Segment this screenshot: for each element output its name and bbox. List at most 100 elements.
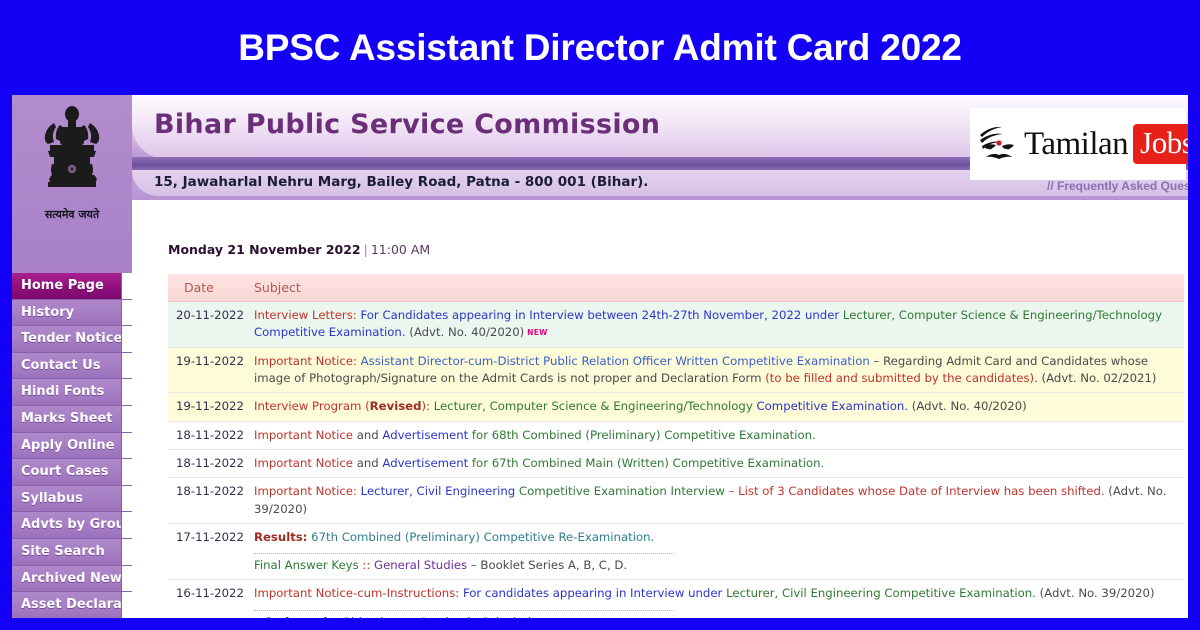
notice-subject: Interview Program (Revised): Lecturer, C… (246, 392, 1184, 422)
notice-text-segment[interactable]: for 67th Combined Main (Written) Competi… (468, 456, 824, 470)
notice-text-segment: Interview Program ( (254, 399, 370, 414)
notice-date: 19-11-2022 (168, 347, 246, 394)
sidebar-item-label: Asset Declaration (21, 597, 132, 613)
embedded-website-screenshot: Bihar Public Service Commission 15, Jawa… (12, 95, 1188, 618)
sidebar-item-hindi-fonts[interactable]: Hindi Fonts (12, 379, 132, 406)
sidebar-item-label: Court Cases (21, 464, 109, 480)
notice-text-segment[interactable]: Advertisement (382, 456, 468, 470)
notice-subject: Results: 67th Combined (Preliminary) Com… (246, 523, 1184, 581)
sidebar-item-syllabus[interactable]: Syllabus (12, 485, 132, 513)
notices-table-head: Date Subject (168, 274, 1184, 302)
sidebar-item-contact-us[interactable]: Contact Us (12, 352, 132, 380)
date-time-separator: | (363, 242, 368, 257)
notice-text-segment: (to be filled and submitted by the candi… (765, 370, 1035, 385)
current-date-time: Monday 21 November 2022 | 11:00 AM (168, 242, 430, 257)
table-row: 18-11-2022 Important Notice and Advertise… (168, 449, 1184, 479)
notice-text-segment[interactable]: 67th Combined (Preliminary) Competitive … (307, 530, 654, 544)
notice-date: 18-11-2022 (168, 449, 246, 479)
sidebar-item-label: Contact Us (21, 357, 101, 373)
bottom-border-strip (0, 618, 1200, 630)
sidebar-item-apply-online[interactable]: Apply Online (12, 432, 132, 460)
notice-text-segment[interactable]: Competitive Examination Interview (515, 484, 725, 498)
content-pane: Monday 21 November 2022 | 11:00 AM Date Su… (132, 200, 1188, 618)
sidebar-item-archived-news[interactable]: Archived News (12, 565, 132, 593)
sidebar-item-label: Archived News (21, 570, 130, 586)
sidebar-item-label: History (21, 304, 75, 320)
notice-text-segment: – List of 3 Candidates whose Date of Int… (724, 484, 1105, 499)
table-row: 20-11-2022 Interview Letters: For Candida… (168, 301, 1184, 348)
notice-text-segment[interactable]: for 68th Combined (Preliminary) Competit… (468, 428, 816, 442)
current-date: Monday 21 November 2022 (168, 242, 361, 257)
ashoka-emblem-icon (44, 106, 100, 187)
sidebar-item-label: Marks Sheet (21, 410, 113, 426)
notice-divider (254, 547, 674, 555)
current-time: 11:00 AM (370, 242, 431, 257)
notice-text-segment: Interview Letters: (254, 308, 357, 322)
notice-subject: Important Notice-cum-Instructions: For c… (246, 579, 1184, 618)
notice-text-segment: (Advt. No. 39/2020) (1035, 586, 1155, 601)
notice-text-segment[interactable]: Advertisement (382, 428, 468, 442)
table-row: 16-11-2022 Important Notice-cum-Instructi… (168, 579, 1184, 618)
sidebar-item-label: Advts by Group (21, 517, 132, 533)
notices-table-body: 20-11-2022 Interview Letters: For Candida… (168, 301, 1184, 618)
sidebar-item-advts-by-group[interactable]: Advts by Group (12, 512, 132, 539)
table-row: 18-11-2022 Important Notice and Advertise… (168, 421, 1184, 450)
sidebar-item-asset-declaration[interactable]: Asset Declaration (12, 592, 132, 618)
notice-text-segment: Revised (369, 399, 422, 414)
sidebar-item-tender-notices[interactable]: Tender Notices (12, 326, 132, 353)
notice-text-segment[interactable]: Assistant Director-cum-District Public R… (357, 354, 870, 368)
notice-text-segment: (Advt. No. 40/2020) (908, 399, 1027, 414)
notice-divider (254, 604, 674, 611)
table-row: 18-11-2022 Important Notice: Lecturer, Ci… (168, 477, 1184, 524)
tamilan-jobs-logo: Tamilan Jobs (970, 108, 1188, 180)
sidebar-item-label: Syllabus (21, 490, 83, 506)
notice-text-segment[interactable]: For candidates appearing in Interview un… (459, 586, 726, 600)
notice-date: 20-11-2022 (168, 301, 246, 348)
notice-text-segment[interactable]: Competitive Examination. (254, 325, 406, 339)
sidebar-column: सत्यमेव जयते Home Page History Tender Noti… (12, 95, 132, 618)
logo-word-jobs: Jobs (1133, 124, 1188, 164)
notice-text-segment: Important Notice: (254, 353, 357, 368)
notice-text-segment: Important Notice (254, 455, 353, 470)
sidebar-item-site-search[interactable]: Site Search (12, 538, 132, 566)
organization-title: Bihar Public Service Commission (154, 109, 661, 140)
sidebar-item-label: Apply Online (21, 437, 115, 453)
column-header-date: Date (168, 274, 246, 302)
notice-text-segment: Important Notice-cum-Instructions: (254, 586, 460, 601)
sidebar-item-marks-sheet[interactable]: Marks Sheet (12, 405, 132, 433)
notice-text-segment: Results: (254, 529, 308, 544)
notice-text-segment[interactable]: Lecturer, Civil Engineering Competitive … (726, 586, 1036, 600)
notice-text-segment: (Advt. No. 40/2020) (405, 325, 525, 340)
sidebar-item-label: Tender Notices (21, 331, 131, 347)
notice-text-segment: (Advt. No. 02/2021) (1037, 370, 1157, 385)
table-row: 19-11-2022 Important Notice: Assistant Di… (168, 347, 1184, 394)
column-header-subject: Subject (246, 274, 1184, 302)
faq-link[interactable]: // Frequently Asked Questions (1047, 179, 1188, 193)
notice-text-segment[interactable]: Competitive Examination. (753, 399, 908, 413)
page-banner: BPSC Assistant Director Admit Card 2022 (0, 0, 1200, 95)
emblem-motto-text: सत्यमेव जयते (44, 208, 100, 221)
logo-word-tamilan: Tamilan (1024, 125, 1129, 162)
sidebar-item-label: Site Search (21, 543, 105, 559)
notice-date: 18-11-2022 (168, 421, 246, 450)
notice-text-segment: Important Notice (254, 427, 353, 442)
notice-text-segment[interactable]: Final Answer Keys (254, 558, 362, 572)
table-header-row: Date Subject (168, 274, 1184, 302)
notice-subject: Important Notice: Assistant Director-cum… (246, 347, 1184, 394)
sidebar-item-home-page[interactable]: Home Page (12, 273, 132, 300)
sidebar-item-court-cases[interactable]: Court Cases (12, 459, 132, 486)
notice-text-segment: Important Notice: (254, 484, 357, 499)
right-border-strip (1188, 95, 1200, 630)
sidebar-item-label: Home Page (21, 278, 104, 293)
notice-date: 18-11-2022 (168, 477, 246, 524)
notice-text-segment[interactable]: For Candidates appearing in Interview be… (357, 308, 843, 322)
notice-date: 16-11-2022 (168, 579, 246, 618)
sidebar-item-history[interactable]: History (12, 299, 132, 327)
notice-text-segment[interactable]: Lecturer, Computer Science & Engineering… (434, 399, 753, 413)
tamilan-face-icon (980, 126, 1014, 159)
sidebar-menu: Home Page History Tender Notices Contact Us… (12, 273, 132, 618)
notice-text-segment: ): (421, 399, 434, 414)
notice-text-segment[interactable]: Lecturer, Civil Engineering (357, 484, 516, 498)
notice-text-segment[interactable]: Lecturer, Computer Science & Engineering… (843, 308, 1162, 322)
notice-text-segment[interactable]: General Studies (370, 558, 467, 572)
